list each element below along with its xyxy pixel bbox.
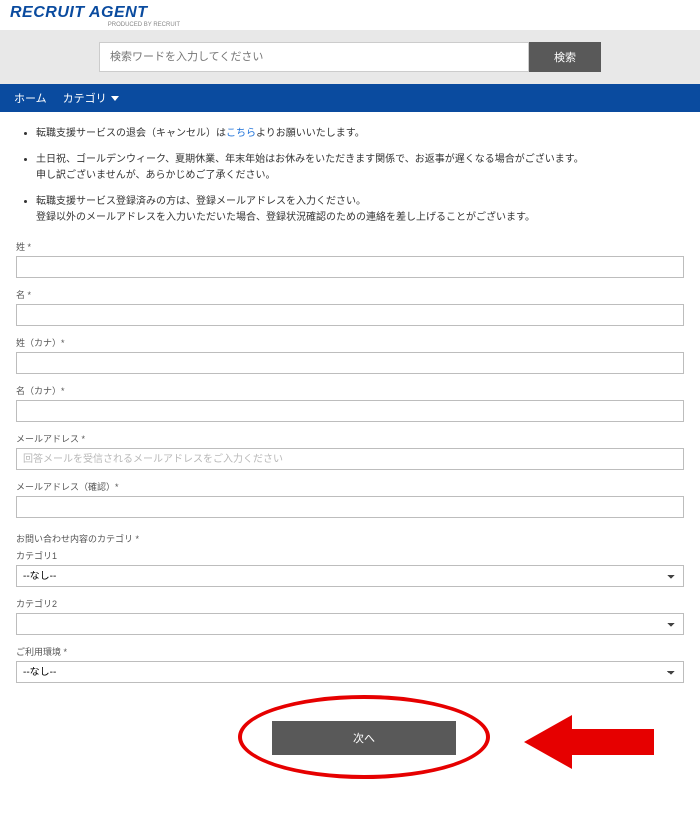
label-env: ご利用環境 * bbox=[16, 645, 684, 658]
label-email: メールアドレス * bbox=[16, 432, 684, 445]
label-cat2: カテゴリ2 bbox=[16, 597, 684, 610]
notice-text: 土日祝、ゴールデンウィーク、夏期休業、年末年始はお休みをいただきます関係で、お返… bbox=[36, 154, 584, 165]
search-input[interactable] bbox=[99, 42, 529, 72]
input-email-confirm[interactable] bbox=[16, 496, 684, 518]
field-sei-kana: 姓（カナ）* bbox=[16, 336, 684, 374]
logo-text: RECRUIT AGENT bbox=[10, 4, 690, 22]
field-email-confirm: メールアドレス（確認）* bbox=[16, 480, 684, 518]
next-button[interactable]: 次へ bbox=[272, 721, 456, 755]
field-cat2: カテゴリ2 bbox=[16, 597, 684, 635]
input-email[interactable] bbox=[16, 448, 684, 470]
select-cat1[interactable]: --なし-- bbox=[16, 565, 684, 587]
search-wrap: 検索 bbox=[99, 42, 601, 72]
input-sei[interactable] bbox=[16, 256, 684, 278]
input-mei-kana[interactable] bbox=[16, 400, 684, 422]
navbar: ホーム カテゴリ bbox=[0, 84, 700, 112]
field-mei-kana: 名（カナ）* bbox=[16, 384, 684, 422]
notice-item: 転職支援サービス登録済みの方は、登録メールアドレスを入力ください。 登録以外のメ… bbox=[36, 194, 684, 226]
logo-bar: RECRUIT AGENT PRODUCED BY RECRUIT bbox=[0, 0, 700, 30]
field-env: ご利用環境 * --なし-- bbox=[16, 645, 684, 683]
label-email-confirm: メールアドレス（確認）* bbox=[16, 480, 684, 493]
input-sei-kana[interactable] bbox=[16, 352, 684, 374]
search-button[interactable]: 検索 bbox=[529, 42, 601, 72]
field-cat1: カテゴリ1 --なし-- bbox=[16, 549, 684, 587]
label-mei: 名 * bbox=[16, 288, 684, 301]
search-band: 検索 bbox=[0, 30, 700, 84]
select-env[interactable]: --なし-- bbox=[16, 661, 684, 683]
submit-area: 次へ bbox=[16, 701, 684, 791]
logo-subtext: PRODUCED BY RECRUIT bbox=[10, 22, 180, 28]
nav-home[interactable]: ホーム bbox=[14, 90, 47, 106]
content: 転職支援サービスの退会（キャンセル）はこちらよりお願いいたします。 土日祝、ゴー… bbox=[0, 112, 700, 821]
label-cat1: カテゴリ1 bbox=[16, 549, 684, 562]
inquiry-category-heading: お問い合わせ内容のカテゴリ * bbox=[16, 532, 684, 545]
notice-list: 転職支援サービスの退会（キャンセル）はこちらよりお願いいたします。 土日祝、ゴー… bbox=[16, 126, 684, 226]
select-cat2[interactable] bbox=[16, 613, 684, 635]
annotation-arrow-icon bbox=[524, 711, 654, 773]
chevron-down-icon bbox=[111, 96, 119, 101]
notice-text: よりお願いいたします。 bbox=[256, 128, 365, 139]
field-email: メールアドレス * bbox=[16, 432, 684, 470]
label-inquiry-cat: お問い合わせ内容のカテゴリ * bbox=[16, 532, 684, 545]
field-mei: 名 * bbox=[16, 288, 684, 326]
notice-item: 土日祝、ゴールデンウィーク、夏期休業、年末年始はお休みをいただきます関係で、お返… bbox=[36, 152, 684, 184]
notice-text: 登録以外のメールアドレスを入力いただいた場合、登録状況確認のための連絡を差し上げ… bbox=[36, 212, 535, 223]
input-mei[interactable] bbox=[16, 304, 684, 326]
notice-text: 転職支援サービスの退会（キャンセル）は bbox=[36, 128, 226, 139]
nav-category[interactable]: カテゴリ bbox=[63, 90, 119, 106]
nav-home-label: ホーム bbox=[14, 90, 47, 106]
label-sei: 姓 * bbox=[16, 240, 684, 253]
notice-text: 申し訳ございませんが、あらかじめご了承ください。 bbox=[36, 170, 276, 181]
notice-item: 転職支援サービスの退会（キャンセル）はこちらよりお願いいたします。 bbox=[36, 126, 684, 142]
label-mei-kana: 名（カナ）* bbox=[16, 384, 684, 397]
field-sei: 姓 * bbox=[16, 240, 684, 278]
cancel-link[interactable]: こちら bbox=[226, 128, 256, 139]
label-sei-kana: 姓（カナ）* bbox=[16, 336, 684, 349]
nav-category-label: カテゴリ bbox=[63, 90, 107, 106]
notice-text: 転職支援サービス登録済みの方は、登録メールアドレスを入力ください。 bbox=[36, 196, 366, 207]
